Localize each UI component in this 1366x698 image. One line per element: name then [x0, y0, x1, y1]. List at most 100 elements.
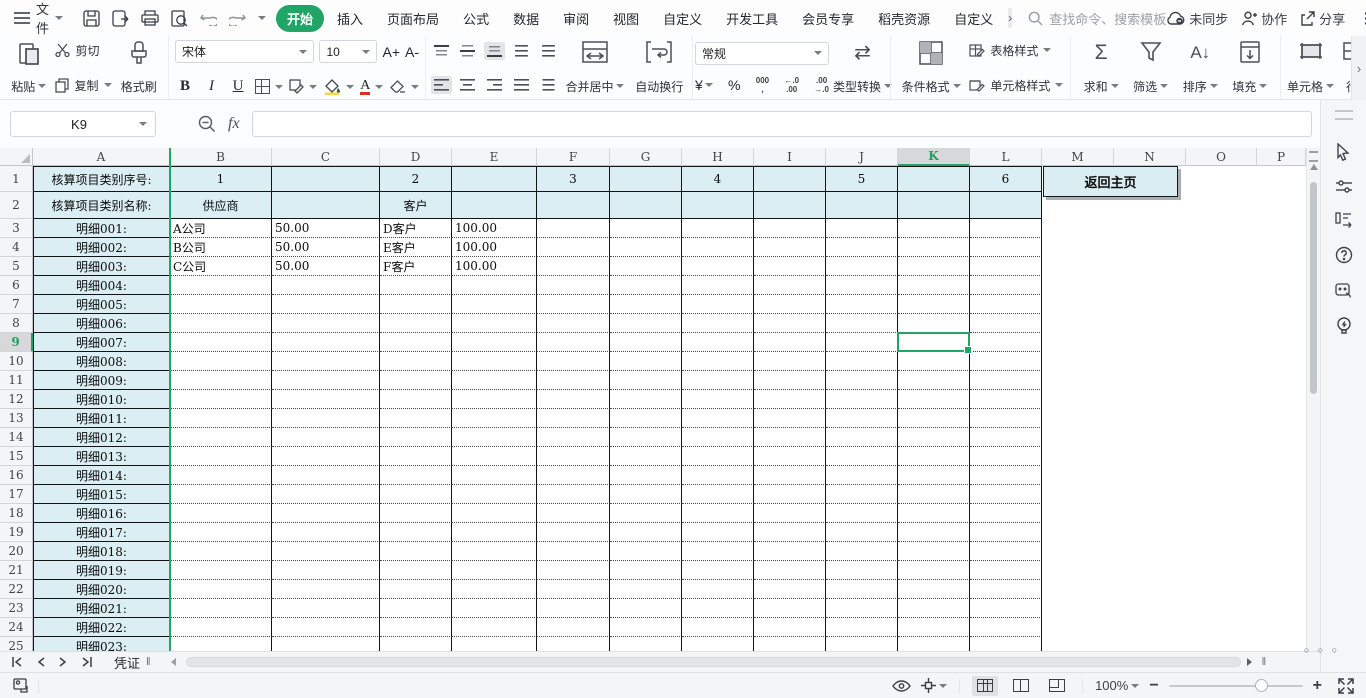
fill-color-button[interactable]	[324, 79, 354, 95]
page-layout-view-button[interactable]	[1008, 676, 1034, 696]
row-header-21[interactable]: 21	[0, 561, 33, 580]
increase-indent-button[interactable]	[538, 42, 559, 60]
cell-L5[interactable]	[970, 257, 1042, 276]
cell-I19[interactable]	[754, 523, 826, 542]
cell-D13[interactable]	[380, 409, 452, 428]
vertical-split-handle[interactable]	[1309, 151, 1318, 162]
cell-E25[interactable]	[452, 637, 537, 651]
cell-A4[interactable]: 明细002:	[33, 238, 170, 257]
cell-E6[interactable]	[452, 276, 537, 295]
cell-E17[interactable]	[452, 485, 537, 504]
cell-B21[interactable]	[170, 561, 272, 580]
cell-G23[interactable]	[610, 599, 682, 618]
cell-C7[interactable]	[272, 295, 380, 314]
cell-H10[interactable]	[682, 352, 754, 371]
cell-J3[interactable]	[826, 219, 898, 238]
cell-I23[interactable]	[754, 599, 826, 618]
cell-I5[interactable]	[754, 257, 826, 276]
cell-J8[interactable]	[826, 314, 898, 333]
cell-I21[interactable]	[754, 561, 826, 580]
cell-A13[interactable]: 明细011:	[33, 409, 170, 428]
cell-G18[interactable]	[610, 504, 682, 523]
cell-C21[interactable]	[272, 561, 380, 580]
cell-C24[interactable]	[272, 618, 380, 637]
cell-A23[interactable]: 明细021:	[33, 599, 170, 618]
cell-L15[interactable]	[970, 447, 1042, 466]
cell-A1[interactable]: 核算项目类别序号:	[33, 166, 170, 192]
select-all-corner[interactable]	[0, 148, 33, 166]
tips-bulb-icon[interactable]	[1336, 317, 1352, 336]
cell-J9[interactable]	[826, 333, 898, 352]
ribbon-tab-2[interactable]: 插入	[326, 5, 374, 32]
cell-D17[interactable]	[380, 485, 452, 504]
cell-E8[interactable]	[452, 314, 537, 333]
cell-L9[interactable]	[970, 333, 1042, 352]
cell-H22[interactable]	[682, 580, 754, 599]
cell-C20[interactable]	[272, 542, 380, 561]
file-menu[interactable]: 文件	[10, 0, 67, 37]
cell-B12[interactable]	[170, 390, 272, 409]
font-name-select[interactable]: 宋体	[175, 40, 314, 63]
cell-L22[interactable]	[970, 580, 1042, 599]
cell-F3[interactable]	[537, 219, 610, 238]
row-header-2[interactable]: 2	[0, 192, 33, 219]
cell-C22[interactable]	[272, 580, 380, 599]
cell-K8[interactable]	[898, 314, 970, 333]
cell-J22[interactable]	[826, 580, 898, 599]
paste-button[interactable]: 粘贴	[7, 40, 50, 96]
cell-L13[interactable]	[970, 409, 1042, 428]
cell-E21[interactable]	[452, 561, 537, 580]
cell-L1[interactable]: 6	[970, 166, 1042, 192]
cell-J25[interactable]	[826, 637, 898, 651]
cell-G21[interactable]	[610, 561, 682, 580]
cell-I10[interactable]	[754, 352, 826, 371]
cell-L4[interactable]	[970, 238, 1042, 257]
cell-C5[interactable]: 50.00	[272, 257, 380, 276]
cell-H17[interactable]	[682, 485, 754, 504]
ribbon-tab-8[interactable]: 自定义	[652, 5, 713, 32]
more-options-icon[interactable]: ⋮	[1358, 9, 1366, 27]
cell-I25[interactable]	[754, 637, 826, 651]
horizontal-scroll-thumb[interactable]	[186, 657, 1241, 667]
decrease-font-button[interactable]: A-	[405, 44, 419, 60]
number-format-select[interactable]: 常规	[695, 42, 829, 65]
cell-D7[interactable]	[380, 295, 452, 314]
cell-L25[interactable]	[970, 637, 1042, 651]
cell-F5[interactable]	[537, 257, 610, 276]
page-break-view-button[interactable]	[1044, 676, 1070, 696]
cell-A2[interactable]: 核算项目类别名称:	[33, 192, 170, 219]
cell-E12[interactable]	[452, 390, 537, 409]
cell-L18[interactable]	[970, 504, 1042, 523]
cell-G13[interactable]	[610, 409, 682, 428]
cell-G1[interactable]	[610, 166, 682, 192]
cell-K5[interactable]	[898, 257, 970, 276]
cell-A6[interactable]: 明细004:	[33, 276, 170, 295]
column-header-O[interactable]: O	[1186, 148, 1257, 166]
cell-K6[interactable]	[898, 276, 970, 295]
name-box[interactable]: K9	[10, 111, 156, 137]
cell-H6[interactable]	[682, 276, 754, 295]
cell-D16[interactable]	[380, 466, 452, 485]
cell-B9[interactable]	[170, 333, 272, 352]
row-header-11[interactable]: 11	[0, 371, 33, 390]
cell-L16[interactable]	[970, 466, 1042, 485]
cell-A7[interactable]: 明细005:	[33, 295, 170, 314]
cell-K18[interactable]	[898, 504, 970, 523]
cell-E22[interactable]	[452, 580, 537, 599]
cell-I24[interactable]	[754, 618, 826, 637]
cell-H24[interactable]	[682, 618, 754, 637]
hscroll-split-handle[interactable]: ‖	[1262, 656, 1267, 668]
cell-I16[interactable]	[754, 466, 826, 485]
cell-G24[interactable]	[610, 618, 682, 637]
column-header-F[interactable]: F	[537, 148, 610, 166]
row-header-24[interactable]: 24	[0, 618, 33, 637]
sync-status[interactable]: 未同步	[1166, 9, 1228, 28]
cell-style-button[interactable]: 单元格样式	[969, 77, 1063, 94]
row-header-22[interactable]: 22	[0, 580, 33, 599]
decrease-indent-button[interactable]	[511, 42, 532, 60]
cell-K24[interactable]	[898, 618, 970, 637]
cell-F17[interactable]	[537, 485, 610, 504]
cell-G22[interactable]	[610, 580, 682, 599]
cell-B13[interactable]	[170, 409, 272, 428]
sidebar-drag-handle[interactable]	[1335, 110, 1353, 120]
